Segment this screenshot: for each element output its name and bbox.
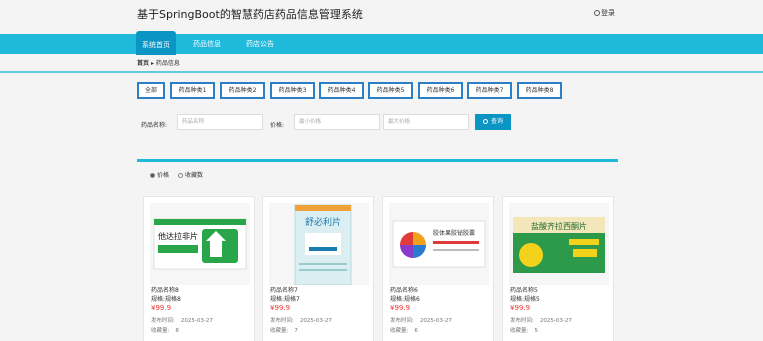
sort-by-favs[interactable]: 收藏数 [178,170,203,179]
svg-text:胶体果胶铋胶囊: 胶体果胶铋胶囊 [433,229,475,237]
main-nav: 系统首页 药品信息 药店公告 [0,31,763,55]
radio-icon [150,173,155,178]
svg-text:盐酸齐拉西酮片: 盐酸齐拉西酮片 [531,221,587,231]
product-date: 发布时间: 2025-03-27 [270,318,332,324]
login-label: 登录 [601,9,615,17]
max-price-input[interactable]: 最大价格 [383,114,469,130]
product-spec: 规格:规格8 [151,296,181,303]
search-button-label: 查询 [490,118,503,125]
category-2[interactable]: 药品种类2 [220,82,265,99]
nav-notices[interactable]: 药店公告 [240,34,280,54]
price-label: 价格: [270,122,285,129]
breadcrumb-current: 药品信息 [155,60,180,67]
product-name: 药品名称5 [510,287,538,294]
category-7[interactable]: 药品种类7 [467,82,512,99]
divider [0,71,763,73]
product-favs: 收藏量: 6 [390,328,418,334]
product-image: 胶体果胶铋胶囊 [389,203,489,285]
product-spec: 规格:规格7 [270,296,300,303]
product-card[interactable]: 他达拉非片 药品名称8 规格:规格8 ¥99.9 发布时间: 2025-03-27… [143,196,255,341]
svg-text:舒必利片: 舒必利片 [305,216,341,228]
drug-name-label: 药品名称: [141,122,168,129]
breadcrumb-separator: ▸ [150,60,154,67]
min-price-input[interactable]: 最小价格 [294,114,380,130]
power-icon [594,10,600,16]
section-divider [137,159,618,162]
radio-icon [178,173,183,178]
search-icon [482,119,488,124]
product-favs: 收藏量: 5 [510,328,538,334]
category-3[interactable]: 药品种类3 [270,82,315,99]
product-price: ¥99.9 [151,304,172,312]
product-price: ¥99.9 [270,304,291,312]
product-price: ¥99.9 [510,304,531,312]
product-image: 他达拉非片 [150,203,250,285]
product-spec: 规格:规格5 [510,296,540,303]
product-card[interactable]: 胶体果胶铋胶囊 药品名称6 规格:规格6 ¥99.9 发布时间: 2025-03-… [382,196,494,341]
product-favs: 收藏量: 7 [270,328,298,334]
sort-by-price[interactable]: 价格 [150,170,169,179]
product-favs: 收藏量: 8 [151,328,179,334]
product-name: 药品名称7 [270,287,298,294]
product-spec: 规格:规格6 [390,296,420,303]
site-title: 基于SpringBoot的智慧药店药品信息管理系统 [137,8,363,21]
top-bar: 基于SpringBoot的智慧药店药品信息管理系统 登录 [0,0,763,33]
product-image: 舒必利片 [269,203,369,285]
product-date: 发布时间: 2025-03-27 [510,318,572,324]
svg-text:他达拉非片: 他达拉非片 [158,231,198,241]
product-card[interactable]: 盐酸齐拉西酮片 药品名称5 规格:规格5 ¥99.9 发布时间: 2025-03-… [502,196,614,341]
product-date: 发布时间: 2025-03-27 [390,318,452,324]
product-image: 盐酸齐拉西酮片 [509,203,609,285]
drug-name-input[interactable]: 药品名称 [177,114,263,130]
category-4[interactable]: 药品种类4 [319,82,364,99]
breadcrumb: 首页 ▸ 药品信息 [137,58,180,67]
sort-favs-label: 收藏数 [185,172,204,179]
product-name: 药品名称8 [151,287,179,294]
nav-home[interactable]: 系统首页 [136,31,176,55]
category-5[interactable]: 药品种类5 [368,82,413,99]
category-6[interactable]: 药品种类6 [418,82,463,99]
login-link[interactable]: 登录 [594,8,615,18]
product-card[interactable]: 舒必利片 药品名称7 规格:规格7 ¥99.9 发布时间: 2025-03-27 … [262,196,374,341]
product-price: ¥99.9 [390,304,411,312]
nav-drug-info[interactable]: 药品信息 [187,34,227,54]
category-8[interactable]: 药品种类8 [517,82,562,99]
category-1[interactable]: 药品种类1 [170,82,215,99]
category-all[interactable]: 全部 [137,82,165,99]
search-button[interactable]: 查询 [475,114,511,130]
breadcrumb-home[interactable]: 首页 [137,60,149,67]
sort-price-label: 价格 [157,172,170,179]
product-name: 药品名称6 [390,287,418,294]
product-date: 发布时间: 2025-03-27 [151,318,213,324]
